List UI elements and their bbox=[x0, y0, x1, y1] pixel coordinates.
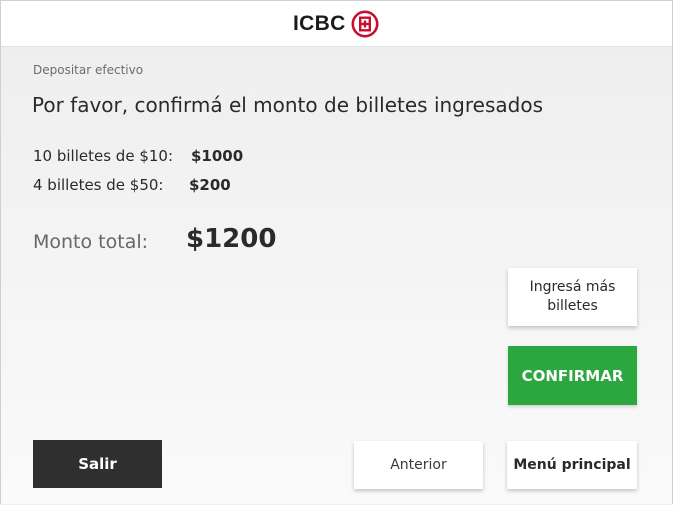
confirm-button[interactable]: CONFIRMAR bbox=[508, 346, 637, 405]
previous-button[interactable]: Anterior bbox=[354, 441, 483, 489]
add-more-bills-button[interactable]: Ingresá más billetes bbox=[508, 268, 637, 326]
main-menu-button[interactable]: Menú principal bbox=[507, 441, 637, 489]
logo-text: ICBC bbox=[293, 12, 346, 35]
icbc-emblem-icon bbox=[351, 10, 379, 38]
exit-button[interactable]: Salir bbox=[33, 440, 162, 488]
bill-row-value: $1000 bbox=[191, 147, 244, 165]
icbc-logo: ICBC bbox=[293, 10, 379, 38]
bill-row-label: 4 billetes de $50: bbox=[33, 176, 164, 194]
header-bar: ICBC bbox=[1, 1, 672, 47]
breadcrumb: Depositar efectivo bbox=[33, 63, 144, 77]
page-title: Por favor, confirmá el monto de billetes… bbox=[32, 93, 543, 117]
bill-row-value: $200 bbox=[189, 176, 231, 194]
total-label: Monto total: bbox=[33, 231, 149, 253]
bill-row-label: 10 billetes de $10: bbox=[33, 147, 174, 165]
total-amount: $1200 bbox=[186, 224, 277, 254]
